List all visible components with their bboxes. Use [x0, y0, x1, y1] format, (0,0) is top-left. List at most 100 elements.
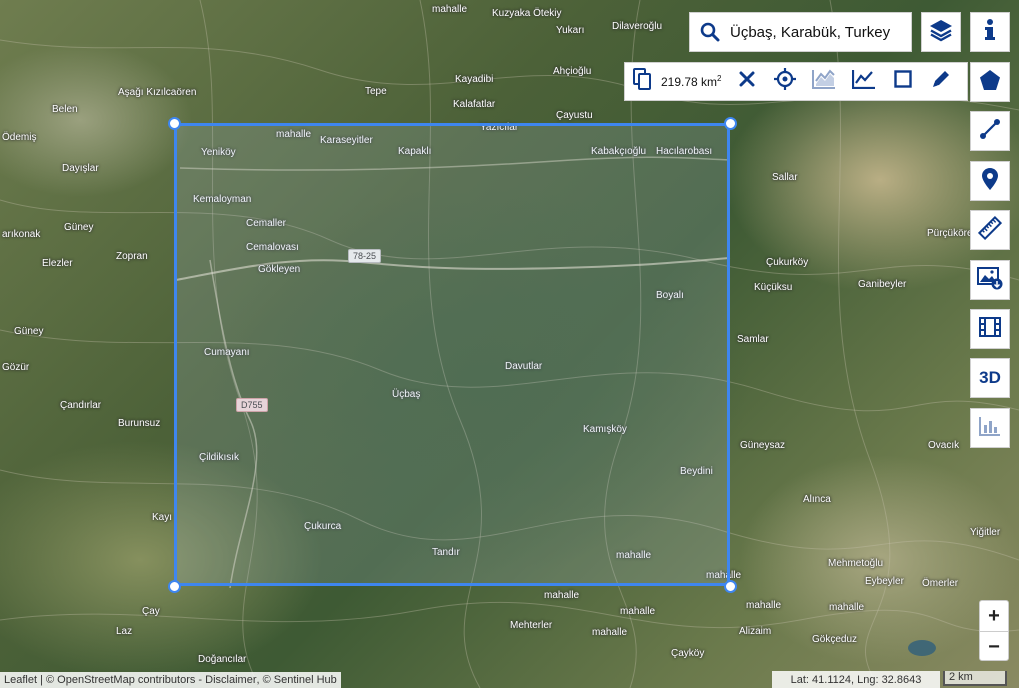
place-label: mahalle: [592, 627, 628, 638]
search-icon[interactable]: [690, 22, 730, 42]
bar-chart-icon: [979, 416, 1001, 441]
zoom-in-button[interactable]: +: [980, 601, 1008, 632]
place-label: Ovacık: [928, 440, 960, 451]
place-label: Dilaveroğlu: [612, 21, 663, 32]
place-label: Laz: [116, 626, 133, 637]
place-label: Çukurköy: [766, 257, 809, 268]
selection-corner-handle-bottom-left[interactable]: [168, 580, 181, 593]
place-label: Ömerler: [922, 578, 959, 589]
download-image-button[interactable]: [970, 260, 1010, 300]
search-input[interactable]: [730, 23, 905, 41]
3d-label: 3D: [979, 368, 1001, 387]
place-label: Kalafatlar: [453, 99, 496, 110]
area-unit-exponent: 2: [717, 74, 722, 83]
map-pin-icon: [982, 167, 998, 195]
place-label: mahalle: [544, 590, 580, 601]
place-label: Yiğitler: [970, 527, 1001, 538]
aoi-toolbar: 219.78 km2: [624, 62, 968, 101]
film-icon: [979, 316, 1001, 342]
area-value: 219.78 km: [661, 75, 718, 89]
measure-button[interactable]: [970, 210, 1010, 250]
disclaimer-link[interactable]: Disclaimer: [205, 674, 256, 686]
place-label: Gökçeduz: [812, 634, 858, 645]
place-label: Kayı: [152, 512, 173, 523]
square-icon: [893, 70, 912, 93]
place-label: Zopran: [116, 251, 148, 262]
layers-icon: [928, 18, 954, 47]
image-download-icon: [977, 266, 1003, 295]
draw-polygon-button[interactable]: [970, 62, 1010, 102]
place-label: Eybeyler: [865, 576, 904, 587]
location-search[interactable]: [689, 12, 912, 52]
info-icon: [983, 18, 997, 47]
place-label: Aşağı Kızılcaören: [118, 87, 197, 98]
place-label: Ödemiş: [2, 132, 37, 143]
place-label: Belen: [52, 104, 78, 115]
place-label: Kayadibi: [455, 74, 494, 85]
draw-rectangle-button[interactable]: [884, 63, 922, 100]
area-selection-rectangle[interactable]: [174, 123, 730, 586]
place-label: Güney: [64, 222, 94, 233]
osm-link[interactable]: OpenStreetMap contributors: [57, 674, 195, 686]
scale-bar: 2 km: [943, 671, 1007, 686]
selection-corner-handle-top-right[interactable]: [724, 117, 737, 130]
line-chart-icon: [851, 69, 876, 94]
place-label: Çandırlar: [60, 400, 102, 411]
place-label: Sallar: [772, 172, 798, 183]
place-label: Çayustu: [556, 110, 593, 121]
time-series-button[interactable]: [844, 63, 884, 100]
leaflet-link[interactable]: Leaflet: [4, 674, 37, 686]
place-label: Kuzyaka Ötekiy: [492, 8, 562, 19]
layers-button[interactable]: [921, 12, 961, 52]
place-label: Dayışlar: [62, 163, 99, 174]
place-label: Gözür: [2, 362, 30, 373]
place-label: Küçüksu: [754, 282, 793, 293]
pentagon-icon: [979, 69, 1001, 96]
attribution-separator: , ©: [256, 674, 274, 686]
selection-corner-handle-bottom-right[interactable]: [724, 580, 737, 593]
clear-area-button[interactable]: [728, 63, 766, 100]
copy-coordinates-button[interactable]: [625, 63, 659, 100]
place-label: Güney: [14, 326, 44, 337]
timelapse-button[interactable]: [970, 309, 1010, 349]
place-label: mahalle: [432, 4, 468, 15]
place-label: Alınca: [803, 494, 831, 505]
cursor-coordinates: Lat: 41.1124, Lng: 32.8643: [772, 671, 940, 688]
histogram-button[interactable]: [804, 63, 844, 100]
place-label: Mehmetoğlu: [828, 558, 884, 569]
place-label: Doğancılar: [198, 654, 247, 665]
selection-corner-handle-top-left[interactable]: [168, 117, 181, 130]
info-button[interactable]: [970, 12, 1010, 52]
place-label: Çayköy: [671, 648, 705, 659]
add-marker-button[interactable]: [970, 161, 1010, 201]
center-on-area-button[interactable]: [766, 63, 804, 100]
statistics-button[interactable]: [970, 408, 1010, 448]
map-attribution: Leaflet | © OpenStreetMap contributors -…: [0, 672, 341, 688]
3d-view-button[interactable]: 3D: [970, 358, 1010, 398]
place-label: mahalle: [620, 606, 656, 617]
place-label: mahalle: [746, 600, 782, 611]
place-label: Samlar: [737, 334, 769, 345]
zoom-control: + −: [979, 600, 1009, 661]
attribution-separator: | ©: [37, 674, 58, 686]
place-label: Alizaim: [739, 626, 772, 637]
place-label: Ahçioğlu: [553, 66, 592, 77]
draw-line-button[interactable]: [970, 111, 1010, 151]
place-label: Yukarı: [556, 25, 585, 36]
area-chart-icon: [811, 69, 836, 94]
area-size-label: 219.78 km2: [661, 74, 722, 89]
place-label: Mehterler: [510, 620, 553, 631]
edit-area-button[interactable]: [922, 63, 960, 100]
zoom-out-button[interactable]: −: [980, 632, 1008, 662]
sentinel-hub-link[interactable]: Sentinel Hub: [274, 674, 337, 686]
attribution-separator: -: [195, 674, 206, 686]
place-label: arıkonak: [2, 229, 41, 240]
place-label: Güneysaz: [740, 440, 786, 451]
pencil-icon: [931, 69, 951, 94]
place-label: Çay: [142, 606, 160, 617]
copy-icon: [633, 68, 651, 95]
place-label: mahalle: [829, 602, 865, 613]
crosshair-icon: [773, 68, 796, 95]
place-label: Tepe: [365, 86, 387, 97]
line-segment-icon: [979, 118, 1001, 145]
